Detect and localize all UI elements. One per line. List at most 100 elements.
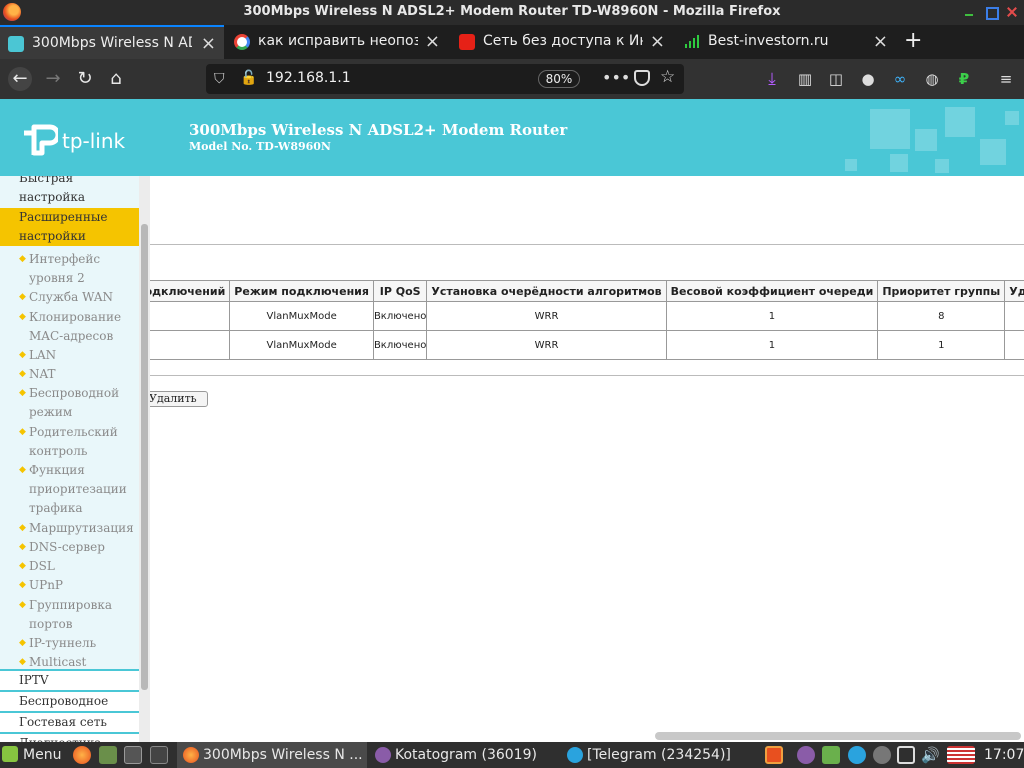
- url-bar[interactable]: ⛉ 🔓 192.168.1.1 80% ••• ☆: [206, 64, 684, 94]
- reload-icon[interactable]: ↻: [73, 67, 97, 91]
- tplink-logo-icon: [24, 124, 58, 156]
- media-player-icon[interactable]: [150, 746, 168, 764]
- sidebar-menu: Быстрая настройка Расширенные настройки …: [0, 176, 139, 742]
- sidebar-subitem[interactable]: ◆ Клонирование MAC-адресов: [0, 308, 139, 346]
- cell: [150, 330, 231, 360]
- zoom-level-badge[interactable]: 80%: [538, 70, 580, 88]
- url-text[interactable]: 192.168.1.1: [266, 70, 351, 86]
- sidebar-scrollbar[interactable]: [139, 176, 150, 742]
- start-menu-label: Menu: [23, 747, 62, 763]
- close-tab-icon[interactable]: ×: [425, 31, 440, 52]
- account-icon[interactable]: ●: [858, 69, 878, 89]
- shield-tray-icon[interactable]: [822, 746, 840, 764]
- sidebar-item-guest-network[interactable]: Гостевая сеть: [0, 711, 139, 732]
- cell: WRR: [426, 301, 667, 331]
- tab-best-investorn[interactable]: Best-investorn.ru ×: [676, 25, 896, 59]
- telegram-icon: [567, 747, 583, 763]
- tracking-shield-icon[interactable]: ⛉: [214, 71, 228, 87]
- delete-button[interactable]: Удалить: [150, 391, 208, 407]
- new-tab-button[interactable]: +: [904, 28, 922, 53]
- divider: [150, 375, 1024, 376]
- sidebar-subitem[interactable]: ◆ DSL: [0, 557, 139, 576]
- back-icon[interactable]: ←: [8, 67, 32, 91]
- maximize-icon[interactable]: [984, 5, 999, 20]
- tab-router[interactable]: 300Mbps Wireless N ADSL2+ Modem Router T…: [0, 25, 224, 59]
- signal-bars-favicon-icon: [684, 34, 700, 50]
- taskbar-window-label: [Telegram (234254)]: [587, 747, 731, 763]
- firefox-tray-icon[interactable]: [765, 746, 783, 764]
- cell: 1: [665, 330, 879, 360]
- sidebar-item-advanced[interactable]: Расширенные настройки: [0, 208, 139, 246]
- sidebar-subitem[interactable]: ◆ NAT: [0, 365, 139, 384]
- sidebar-subitem[interactable]: ◆ LAN: [0, 346, 139, 365]
- sidebar-scroll-thumb[interactable]: [141, 224, 148, 690]
- minimize-icon[interactable]: [962, 5, 976, 19]
- sidebar-subitem-label: Родительский контроль: [29, 424, 118, 458]
- page-actions-icon[interactable]: •••: [602, 68, 630, 87]
- firefox-launcher-icon[interactable]: [73, 746, 91, 764]
- close-window-icon[interactable]: [1005, 5, 1019, 19]
- download-icon[interactable]: ⤓: [762, 69, 782, 89]
- library-icon[interactable]: ▥: [795, 69, 815, 89]
- pocket-icon[interactable]: [634, 70, 650, 86]
- ruble-extension-icon[interactable]: ₽: [954, 69, 974, 89]
- sidebar-item-wireless[interactable]: Беспроводное: [0, 690, 139, 711]
- cell: [150, 301, 231, 331]
- window-title: 300Mbps Wireless N ADSL2+ Modem Router T…: [243, 4, 781, 19]
- sidebar-subitem[interactable]: ◆ Маршрутизация: [0, 519, 139, 538]
- tab-google[interactable]: как исправить неопознанная сеть ×: [226, 25, 448, 59]
- sidebar-subitem-label: Интерфейс уровня 2: [29, 252, 101, 285]
- sidebar-subitem[interactable]: ◆ Функция приоритезации трафика: [0, 461, 139, 518]
- bookmark-star-icon[interactable]: ☆: [660, 67, 675, 87]
- sidebar-item-diagnostics[interactable]: Диагностика: [0, 732, 139, 742]
- navigation-toolbar: ← → ↻ ⌂ ⛉ 🔓 192.168.1.1 80% ••• ☆ ⤓ ▥ ◫ …: [0, 59, 1024, 99]
- home-icon[interactable]: ⌂: [104, 67, 128, 91]
- sidebar-subitem[interactable]: ◆ Группировка портов: [0, 596, 139, 634]
- sidebar-subitem[interactable]: ◆ IP-туннель: [0, 634, 139, 653]
- terminal-icon[interactable]: [124, 746, 142, 764]
- sidebar-subitem[interactable]: ◆ DNS-сервер: [0, 538, 139, 557]
- cell: Включено: [372, 330, 428, 360]
- close-tab-icon[interactable]: ×: [201, 33, 216, 54]
- globe-extension-icon[interactable]: ◍: [922, 69, 942, 89]
- sidebar-item-iptv[interactable]: IPTV: [0, 669, 139, 690]
- forward-icon[interactable]: →: [41, 67, 65, 91]
- sidebar-subitem[interactable]: ◆ Интерфейс уровня 2: [0, 250, 139, 288]
- hamburger-menu-icon[interactable]: ≡: [996, 69, 1016, 89]
- table-row: VlanMuxMode Включено WRR 1 1: [150, 330, 1024, 360]
- file-manager-icon[interactable]: [99, 746, 117, 764]
- update-tray-icon[interactable]: [873, 746, 891, 764]
- insecure-lock-icon[interactable]: 🔓: [240, 70, 257, 88]
- sidebar-item-quick-setup[interactable]: Быстрая настройка: [0, 176, 110, 207]
- taskbar-window-kotatogram[interactable]: Kotatogram (36019): [369, 742, 559, 768]
- notification-tray-icon[interactable]: [897, 746, 915, 764]
- volume-icon[interactable]: 🔊: [921, 746, 940, 764]
- tab-strip: 300Mbps Wireless N ADSL2+ Modem Router T…: [0, 25, 1024, 59]
- tab-youtube[interactable]: Сеть без доступа к Интернету ×: [451, 25, 673, 59]
- mint-logo-icon: [2, 746, 18, 762]
- sidebar-subitem[interactable]: ◆ Беспроводной режим: [0, 384, 139, 422]
- sidebar-subitem-label: UPnP: [29, 578, 63, 593]
- sidebar-subitem[interactable]: ◆ Служба WAN: [0, 288, 139, 307]
- taskbar-window-telegram[interactable]: [Telegram (234254)]: [561, 742, 756, 768]
- sidebar-subitem-label: IP-туннель: [29, 636, 97, 650]
- sidebar-icon[interactable]: ◫: [826, 69, 846, 89]
- close-tab-icon[interactable]: ×: [873, 31, 888, 52]
- sidebar-subitem[interactable]: ◆ Родительский контроль: [0, 423, 139, 461]
- extension-loop-icon[interactable]: ∞: [890, 69, 910, 89]
- taskbar-window-firefox[interactable]: 300Mbps Wireless N ...: [177, 742, 367, 768]
- bullet-icon: ◆: [19, 599, 26, 610]
- kotatogram-tray-icon[interactable]: [797, 746, 815, 764]
- start-menu-button[interactable]: Menu: [2, 742, 61, 768]
- cell: 1: [877, 330, 1006, 360]
- tab-label: как исправить неопознанная сеть: [258, 33, 418, 49]
- sidebar-subitem[interactable]: ◆ UPnP: [0, 576, 139, 595]
- sidebar-subitem-label: Функция приоритезации трафика: [29, 463, 127, 516]
- close-tab-icon[interactable]: ×: [650, 31, 665, 52]
- content-horizontal-scrollbar[interactable]: [655, 732, 1021, 740]
- model-number: Model No. TD-W8960N: [189, 140, 331, 153]
- tab-label: Сеть без доступа к Интернету: [483, 33, 643, 49]
- us-flag-keyboard-layout-icon[interactable]: [947, 746, 975, 764]
- telegram-tray-icon[interactable]: [848, 746, 866, 764]
- col-queue-algorithm: Установка очерёдности алгоритмов: [426, 280, 667, 302]
